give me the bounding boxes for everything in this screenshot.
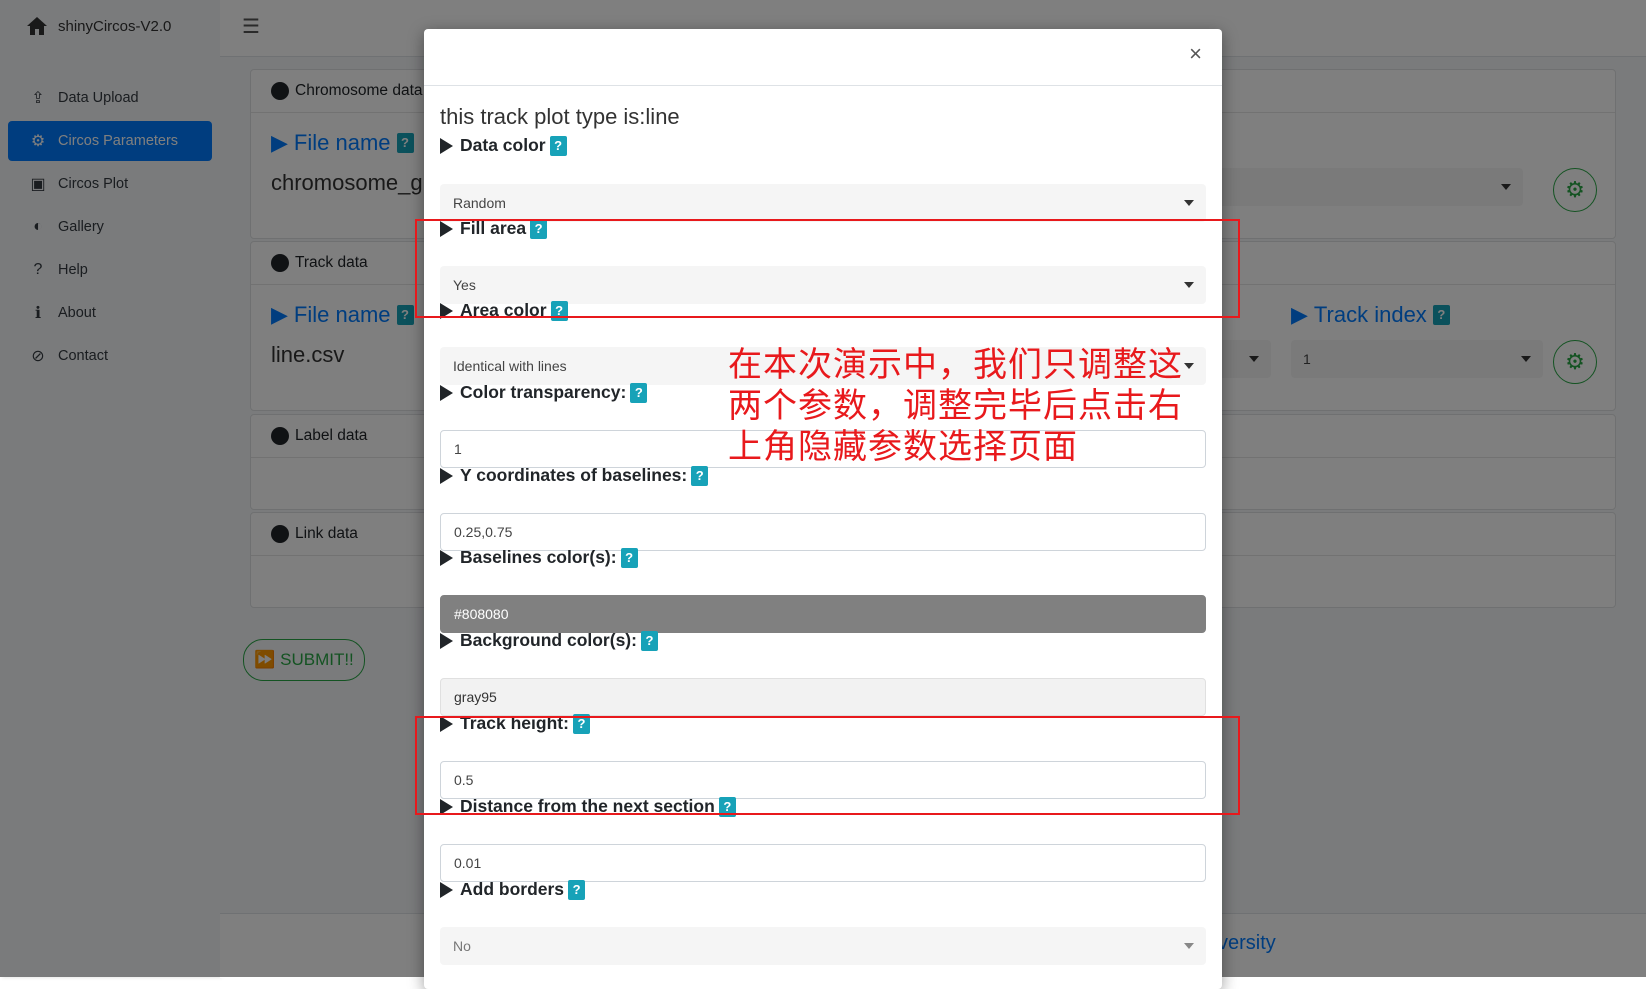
- y-baselines-input[interactable]: 0.25,0.75: [440, 513, 1206, 551]
- baselines-color-label: Baselines color(s): ?: [440, 547, 638, 568]
- play-icon: [440, 384, 453, 401]
- label-text: Y coordinates of baselines:: [460, 465, 688, 485]
- add-borders-label: Add borders ?: [440, 879, 586, 900]
- background-color-label: Background color(s): ?: [440, 630, 658, 651]
- play-icon: [440, 549, 453, 566]
- help-icon[interactable]: ?: [630, 382, 648, 403]
- chevron-down-icon: [1184, 200, 1194, 206]
- close-button[interactable]: ×: [1189, 43, 1202, 65]
- label-text: Background color(s):: [460, 630, 637, 650]
- highlight-box-fill-area: [415, 219, 1240, 318]
- help-icon[interactable]: ?: [549, 135, 567, 156]
- modal-title: this track plot type is:line: [440, 104, 680, 129]
- highlight-box-track-height: [415, 716, 1240, 815]
- label-text: Add borders: [460, 879, 565, 899]
- play-icon: [440, 632, 453, 649]
- help-icon[interactable]: ?: [691, 465, 709, 486]
- play-icon: [440, 881, 453, 898]
- data-color-select[interactable]: Random: [440, 184, 1206, 222]
- baselines-color-input[interactable]: #808080: [440, 595, 1206, 633]
- add-borders-select[interactable]: No: [440, 927, 1206, 965]
- select-value: Identical with lines: [453, 358, 567, 374]
- label-text: Color transparency:: [460, 382, 627, 402]
- help-icon[interactable]: ?: [568, 879, 586, 900]
- distance-next-input[interactable]: 0.01: [440, 844, 1206, 882]
- label-text: Data color: [460, 135, 546, 155]
- modal-header: ×: [424, 29, 1222, 86]
- help-icon[interactable]: ?: [640, 630, 658, 651]
- track-parameters-modal: × this track plot type is:line Data colo…: [424, 29, 1222, 989]
- help-icon[interactable]: ?: [620, 547, 638, 568]
- play-icon: [440, 467, 453, 484]
- y-baselines-label: Y coordinates of baselines: ?: [440, 465, 709, 486]
- select-value: No: [453, 938, 471, 954]
- chevron-down-icon: [1184, 943, 1194, 949]
- color-transparency-label: Color transparency: ?: [440, 382, 648, 403]
- play-icon: [440, 137, 453, 154]
- background-color-input[interactable]: gray95: [440, 678, 1206, 716]
- data-color-label: Data color ?: [440, 135, 567, 156]
- label-text: Baselines color(s):: [460, 547, 617, 567]
- select-value: Random: [453, 195, 506, 211]
- annotation-text: 在本次演示中，我们只调整这两个参数，调整完毕后点击右上角隐藏参数选择页面: [728, 345, 1183, 467]
